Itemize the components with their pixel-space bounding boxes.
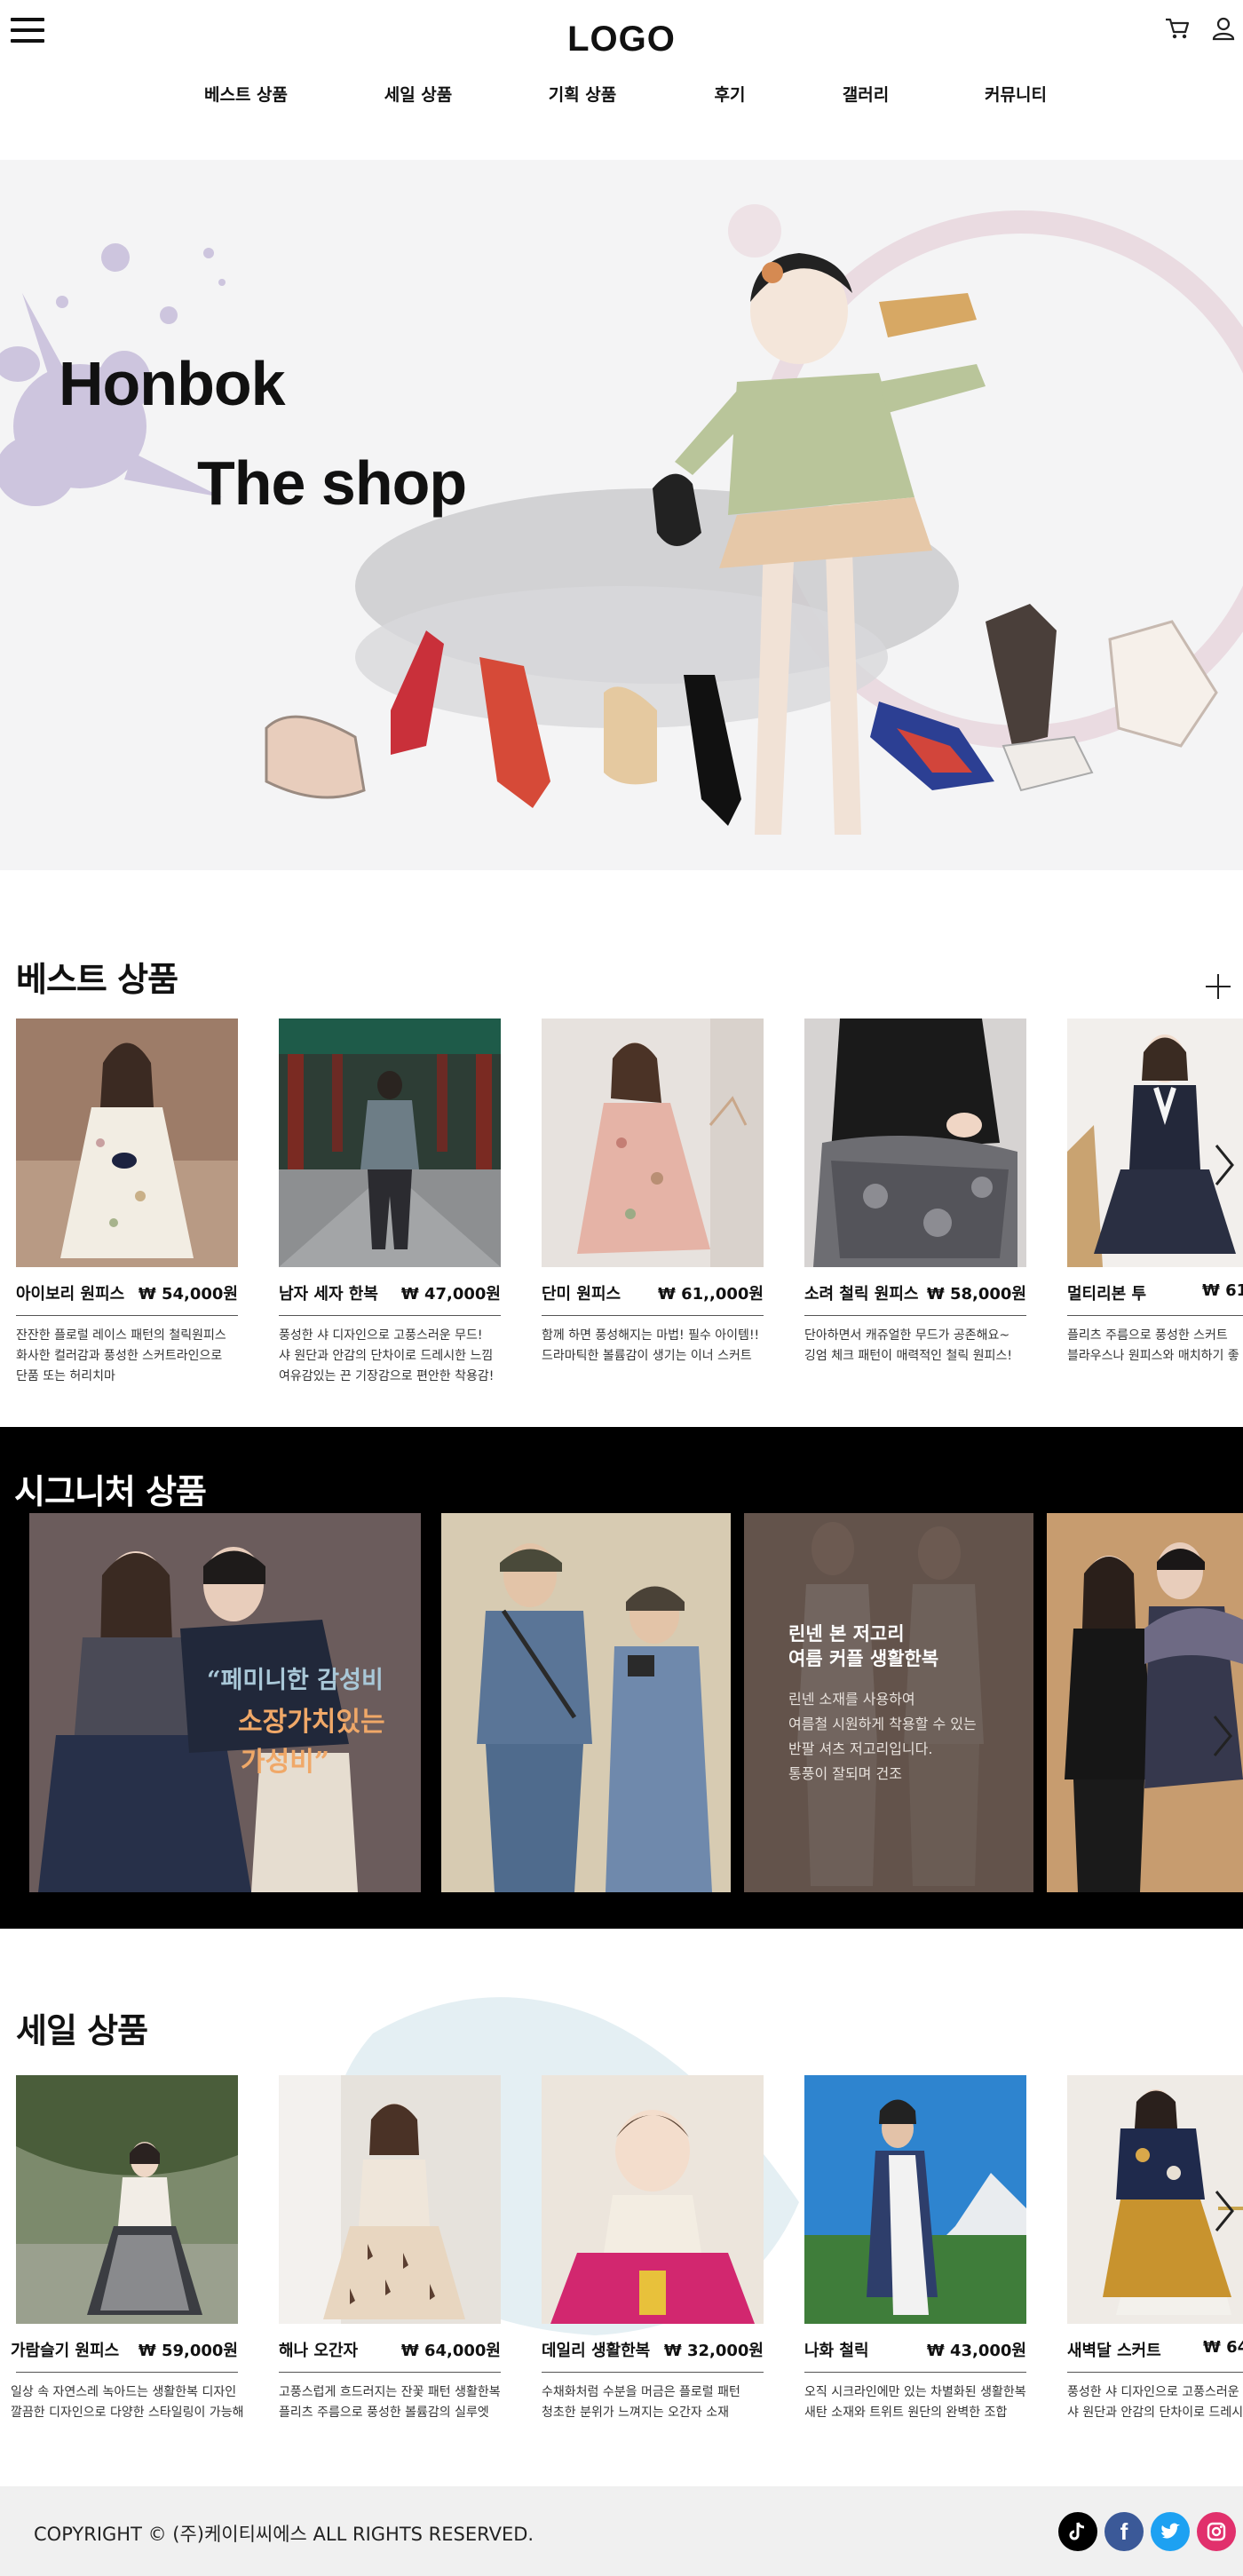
product-name: 데일리 생활한복 — [542, 2342, 651, 2360]
banner-title-line-2: 여름 커플 생활한복 — [788, 1648, 939, 1669]
product-name: 나화 철릭 — [804, 2342, 869, 2360]
product-card[interactable]: 멀티리본 투 ₩ 61, 플리츠 주름으로 풍성한 스커트 블라우스나 원피스와… — [1067, 1019, 1243, 1391]
site-header: LOGO 베스트 상품 세일 상품 기획 상품 후기 갤러리 커뮤니티 — [0, 0, 1243, 160]
product-description: 고풍스럽게 흐드러지는 잔꽃 패턴 생활한복 플리츠 주름으로 풍성한 볼륨감의… — [279, 2385, 501, 2420]
product-image[interactable] — [542, 2075, 764, 2324]
nav-community[interactable]: 커뮤니티 — [985, 82, 1047, 106]
signature-banner-2[interactable] — [441, 1513, 731, 1892]
nav-best-products[interactable]: 베스트 상품 — [204, 82, 288, 106]
product-price: ₩ 61,,000원 — [658, 1285, 764, 1304]
product-card[interactable]: 가람슬기 원피스 ₩ 59,000원 일상 속 자연스레 녹아드는 생활한복 디… — [11, 2075, 244, 2420]
product-card[interactable]: 아이보리 원피스 ₩ 54,000원 잔잔한 플로럴 레이스 패턴의 철릭원피스… — [16, 1019, 238, 1383]
sale-products-title: 세일 상품 — [16, 2011, 148, 2050]
divider — [1067, 2372, 1243, 2373]
product-price: ₩ 43,000원 — [926, 2342, 1026, 2360]
site-logo[interactable]: LOGO — [0, 20, 1243, 59]
product-description: 단아하면서 캐쥬얼한 무드가 공존해요~ 깅엄 체크 패턴이 매력적인 철릭 원… — [804, 1328, 1012, 1363]
product-description: 잔잔한 플로럴 레이스 패턴의 철릭원피스 화사한 컬러감과 풍성한 스커트라인… — [16, 1328, 226, 1383]
product-price: ₩ 64,000원 — [400, 2342, 501, 2360]
nav-sale-products[interactable]: 세일 상품 — [384, 82, 453, 106]
product-card[interactable]: 새벽달 스커트 ₩ 64, 풍성한 샤 디자인으로 고풍스러운 샤 원단과 안감… — [1067, 2075, 1243, 2448]
product-image[interactable] — [542, 1019, 764, 1267]
product-card[interactable]: 소려 철릭 원피스 ₩ 58,000원 단아하면서 캐쥬얼한 무드가 공존해요~… — [804, 1019, 1026, 1363]
twitter-icon[interactable] — [1151, 2512, 1190, 2551]
product-name: 새벽달 스커트 — [1067, 2342, 1161, 2360]
banner-body-line-4: 통풍이 잘되며 건조 — [788, 1765, 902, 1782]
product-price: ₩ 64, — [1203, 2338, 1243, 2357]
product-image[interactable] — [16, 2075, 238, 2324]
nav-gallery[interactable]: 갤러리 — [843, 82, 889, 106]
instagram-icon[interactable] — [1197, 2512, 1236, 2551]
divider — [16, 2372, 238, 2373]
banner-title-line-1: 린넨 본 저고리 — [788, 1623, 905, 1645]
copyright-text: COPYRIGHT © (주)케이티씨에스 ALL RIGHTS RESERVE… — [34, 2524, 534, 2545]
product-image[interactable] — [804, 1019, 1026, 1267]
product-name: 해나 오간자 — [279, 2342, 359, 2360]
product-description: 풍성한 샤 디자인으로 고풍스러운 샤 원단과 안감의 단차이로 드레시 — [1067, 2385, 1243, 2420]
cart-icon[interactable] — [1163, 14, 1192, 43]
product-card[interactable]: 나화 철릭 ₩ 43,000원 오직 시크라인에만 있는 차별화된 생활한복 새… — [804, 2075, 1026, 2420]
product-price: ₩ 54,000원 — [138, 1285, 238, 1304]
quote-line-1: “페미니한 감성비 — [207, 1667, 384, 1694]
product-name: 소려 철릭 원피스 — [804, 1285, 919, 1304]
signature-title: 시그니처 상품 — [14, 1472, 207, 1511]
banner-body-line-3: 반팔 셔츠 저고리입니다. — [788, 1740, 933, 1757]
product-card[interactable]: 남자 세자 한복 ₩ 47,000원 풍성한 샤 디자인으로 고풍스러운 무드!… — [279, 1019, 501, 1383]
hero-illustration — [0, 204, 1243, 835]
banner-body-line-2: 여름철 시원하게 착용할 수 있는 — [788, 1716, 977, 1732]
divider — [804, 1315, 1026, 1316]
nav-planned-products[interactable]: 기획 상품 — [549, 82, 617, 106]
plus-icon[interactable] — [1206, 974, 1231, 999]
divider — [279, 1315, 501, 1316]
product-card[interactable]: 해나 오간자 ₩ 64,000원 고풍스럽게 흐드러지는 잔꽃 패턴 생활한복 … — [279, 2075, 501, 2420]
nav-reviews[interactable]: 후기 — [715, 82, 746, 106]
user-icon[interactable] — [1209, 14, 1238, 43]
signature-section: 시그니처 상품 “페미니한 감성비 소장가치있는 가성비” 린넨 본 저고리 여… — [0, 1427, 1243, 1929]
divider — [542, 1315, 764, 1316]
divider — [1067, 1315, 1243, 1316]
product-description: 일상 속 자연스레 녹아드는 생활한복 디자인 깔끔한 디자인으로 다양한 스타… — [11, 2385, 244, 2420]
hero-banner: Honbok The shop — [0, 160, 1243, 870]
product-card[interactable]: 데일리 생활한복 ₩ 32,000원 수채화처럼 수분을 머금은 플로럴 패턴 … — [542, 2075, 764, 2420]
tiktok-icon[interactable] — [1058, 2512, 1097, 2551]
product-name: 남자 세자 한복 — [279, 1285, 378, 1304]
chevron-right-icon[interactable] — [1211, 2184, 1238, 2238]
product-description: 수채화처럼 수분을 머금은 플로럴 패턴 청초한 분위가 느껴지는 오간자 소재 — [542, 2385, 740, 2420]
chevron-right-icon[interactable] — [1211, 1138, 1238, 1192]
product-price: ₩ 32,000원 — [663, 2342, 764, 2360]
divider — [279, 2372, 501, 2373]
best-products-title: 베스트 상품 — [16, 960, 178, 999]
product-description: 함께 하면 풍성해지는 마법! 필수 아이템!! 드라마틱한 볼륨감이 생기는 … — [542, 1328, 760, 1363]
facebook-icon[interactable]: f — [1104, 2512, 1144, 2551]
product-description: 오직 시크라인에만 있는 차별화된 생활한복 새탄 소재와 트위트 원단의 완벽… — [804, 2385, 1026, 2420]
product-price: ₩ 59,000원 — [138, 2342, 238, 2360]
signature-banner-1[interactable]: “페미니한 감성비 소장가치있는 가성비” — [29, 1513, 421, 1892]
product-image[interactable] — [804, 2075, 1026, 2324]
product-name: 아이보리 원피스 — [16, 1285, 125, 1304]
product-name: 멀티리본 투 — [1067, 1285, 1147, 1304]
product-name: 가람슬기 원피스 — [11, 2342, 120, 2360]
product-price: ₩ 47,000원 — [400, 1285, 501, 1304]
divider — [542, 2372, 764, 2373]
signature-banner-3[interactable]: 린넨 본 저고리 여름 커플 생활한복 린넨 소재를 사용하여 여름철 시원하게… — [744, 1513, 1033, 1892]
product-price: ₩ 58,000원 — [926, 1285, 1026, 1304]
banner-body-line-1: 린넨 소재를 사용하여 — [788, 1691, 915, 1708]
hero-title-line1: Honbok — [59, 349, 286, 418]
hero-title-line2: The shop — [197, 448, 467, 518]
divider — [16, 1315, 238, 1316]
quote-line-2: 소장가치있는 — [238, 1707, 385, 1738]
product-image[interactable] — [279, 1019, 501, 1267]
product-description: 플리츠 주름으로 풍성한 스커트 블라우스나 원피스와 매치하기 좋 — [1067, 1328, 1239, 1363]
product-description: 풍성한 샤 디자인으로 고풍스러운 무드! 샤 원단과 안감의 단차이로 드레시… — [279, 1328, 495, 1383]
site-footer: COPYRIGHT © (주)케이티씨에스 ALL RIGHTS RESERVE… — [0, 2486, 1243, 2576]
quote-line-3: 가성비” — [241, 1747, 330, 1778]
product-card[interactable]: 단미 원피스 ₩ 61,,000원 함께 하면 풍성해지는 마법! 필수 아이템… — [542, 1019, 764, 1363]
divider — [804, 2372, 1026, 2373]
product-image[interactable] — [279, 2075, 501, 2324]
product-price: ₩ 61, — [1202, 1281, 1243, 1300]
product-image[interactable] — [16, 1019, 238, 1267]
signature-banner-4[interactable] — [1047, 1513, 1243, 1892]
product-name: 단미 원피스 — [542, 1285, 622, 1304]
chevron-right-icon[interactable] — [1209, 1709, 1236, 1763]
